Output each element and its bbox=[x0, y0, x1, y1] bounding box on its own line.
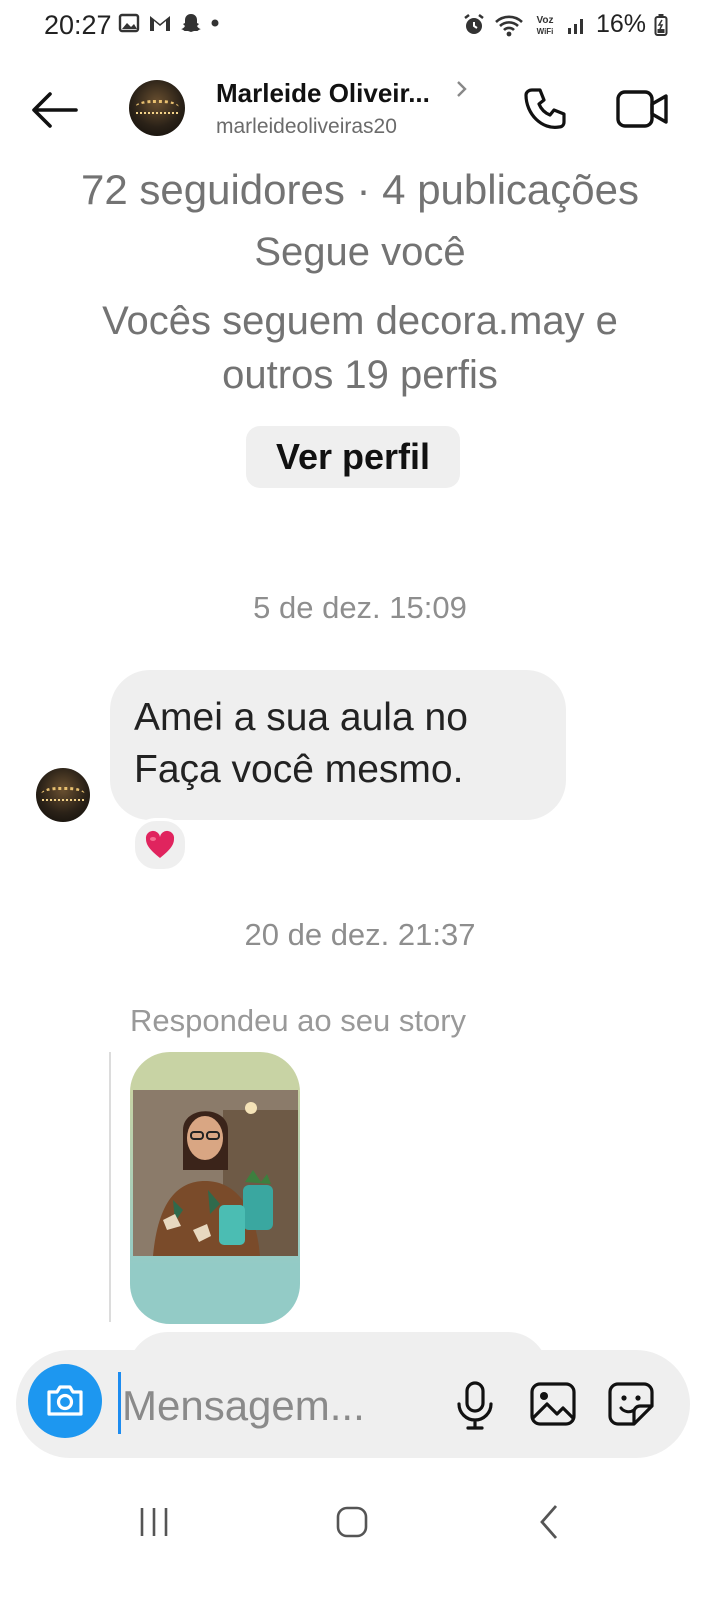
signal-icon bbox=[567, 18, 583, 34]
voice-call-button[interactable] bbox=[520, 84, 570, 134]
video-call-button[interactable] bbox=[614, 86, 670, 132]
reaction-badge[interactable] bbox=[132, 818, 188, 872]
mutual-followers: Vocês seguem decora.may e outros 19 perf… bbox=[0, 294, 720, 402]
nav-home-icon bbox=[336, 1506, 368, 1538]
message-text: Amei a sua aula no Faça você mesmo. bbox=[134, 696, 468, 791]
status-time: 20:27 bbox=[44, 10, 112, 40]
phone-icon bbox=[524, 88, 566, 129]
status-notification-icons bbox=[118, 12, 220, 34]
video-camera-icon bbox=[616, 90, 668, 128]
alarm-icon bbox=[464, 13, 484, 34]
message-input[interactable] bbox=[122, 1376, 422, 1436]
gmail-notification-icon bbox=[150, 16, 170, 31]
nav-recent-apps-button[interactable] bbox=[136, 1502, 172, 1542]
back-arrow-icon bbox=[32, 92, 78, 128]
received-message-bubble[interactable]: Amei a sua aula no Faça você mesmo. bbox=[110, 670, 566, 820]
contact-name[interactable]: Marleide Oliveir... bbox=[216, 78, 430, 109]
dot-icon bbox=[211, 19, 219, 27]
wifi-icon bbox=[495, 15, 523, 36]
gallery-button[interactable] bbox=[528, 1380, 578, 1428]
voice-message-button[interactable] bbox=[452, 1380, 498, 1430]
profile-stats: 72 seguidores · 4 publicações bbox=[80, 166, 640, 213]
follows-you-text: Segue você bbox=[254, 230, 466, 274]
svg-text:WiFi: WiFi bbox=[537, 27, 554, 36]
view-profile-button[interactable]: Ver perfil bbox=[246, 426, 460, 488]
status-system-icons: Voz WiFi 16% bbox=[462, 10, 668, 39]
svg-text:Voz: Voz bbox=[536, 15, 553, 26]
nav-home-button[interactable] bbox=[334, 1502, 370, 1542]
message-timestamp: 20 de dez. 21:37 bbox=[244, 917, 476, 952]
chevron-right-icon[interactable] bbox=[454, 78, 470, 106]
sticker-icon bbox=[608, 1382, 654, 1426]
microphone-icon bbox=[457, 1381, 493, 1430]
camera-icon bbox=[47, 1385, 83, 1416]
nav-recent-icon bbox=[140, 1508, 168, 1536]
nav-back-button[interactable] bbox=[534, 1500, 564, 1544]
voz-wifi-icon: VozWiFi bbox=[536, 15, 554, 36]
nav-back-icon bbox=[540, 1505, 558, 1539]
mutual-line-1: Vocês seguem decora.may e bbox=[102, 299, 618, 343]
story-reply-label: Respondeu ao seu story bbox=[130, 1003, 467, 1038]
back-button[interactable] bbox=[28, 88, 80, 132]
story-thumbnail[interactable] bbox=[130, 1052, 300, 1324]
heart-icon bbox=[145, 830, 175, 858]
snapchat-notification-icon bbox=[181, 14, 201, 32]
reply-indicator-line bbox=[109, 1052, 111, 1322]
battery-percent: 16% bbox=[595, 10, 646, 38]
camera-button[interactable] bbox=[28, 1364, 102, 1438]
text-cursor bbox=[118, 1372, 121, 1434]
sender-avatar[interactable] bbox=[36, 768, 90, 822]
sticker-button[interactable] bbox=[606, 1380, 656, 1428]
gallery-notification-icon bbox=[118, 13, 140, 33]
battery-icon bbox=[654, 13, 668, 36]
gallery-icon bbox=[530, 1382, 576, 1426]
contact-username[interactable]: marleideoliveiras20 bbox=[216, 115, 397, 139]
mutual-line-2: outros 19 perfis bbox=[222, 353, 498, 397]
story-photo bbox=[133, 1090, 298, 1256]
message-timestamp: 5 de dez. 15:09 bbox=[253, 590, 467, 625]
header-avatar[interactable] bbox=[129, 80, 185, 136]
